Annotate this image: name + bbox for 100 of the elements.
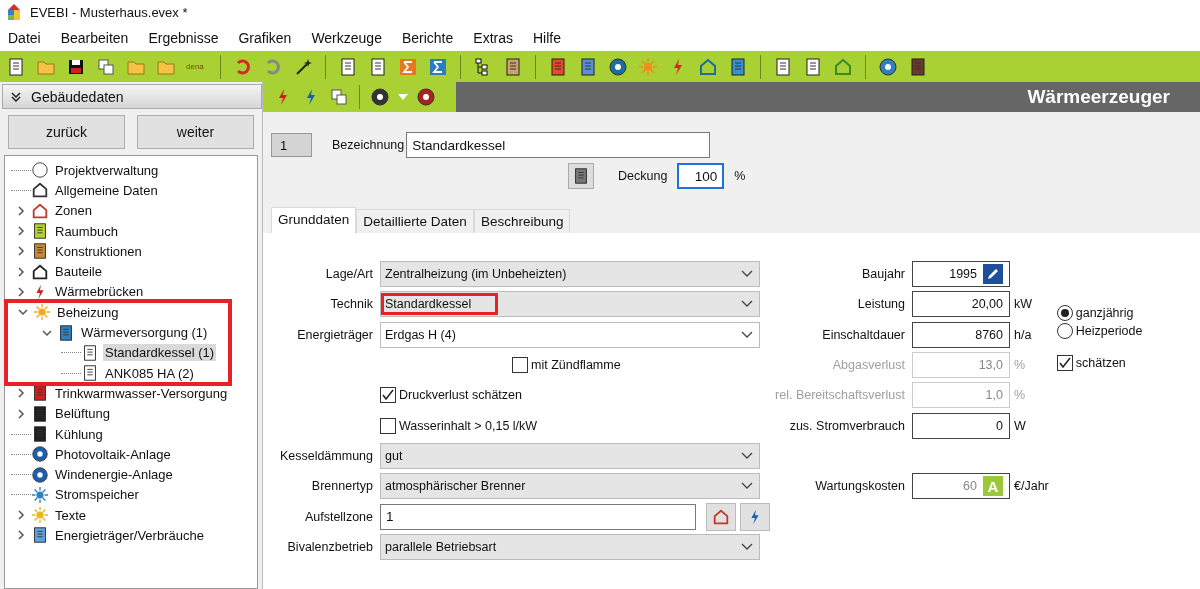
dropdown-caret-icon [741, 542, 753, 551]
folder-outline-icon[interactable] [31, 262, 49, 281]
checkbox-label: Druckverlust schätzen [399, 388, 522, 403]
tree-item[interactable]: ANK085 HA (2) [103, 364, 196, 382]
tab[interactable]: Detaillierte Daten [356, 209, 474, 233]
radio-button[interactable] [1056, 305, 1073, 321]
chevron-icon[interactable] [16, 226, 26, 237]
number-field[interactable]: 1995 [912, 261, 1010, 288]
nav-button[interactable]: weiter [137, 115, 254, 149]
chevron-icon[interactable] [42, 327, 52, 338]
double-chevron-down-icon[interactable] [11, 91, 21, 102]
unit-label: h/a [1014, 327, 1032, 342]
tree-item[interactable]: Konstruktionen [53, 242, 144, 260]
dropdown[interactable]: atmosphärischer Brenner [380, 473, 760, 500]
field-label: Aufstellzone [304, 509, 373, 524]
unit-label: W [1014, 418, 1026, 433]
radio-button[interactable] [1056, 323, 1073, 339]
menu-item[interactable]: Extras [473, 29, 513, 46]
tree-item[interactable]: Beheizung [55, 303, 121, 321]
report-icon[interactable] [773, 56, 793, 77]
assign-button[interactable] [740, 502, 770, 531]
dropdown[interactable]: Zentralheizung (im Unbeheizten) [380, 261, 760, 288]
tree-item[interactable]: Energieträger/Verbräuche [53, 527, 206, 544]
tree-item[interactable]: Zonen [53, 202, 94, 220]
chevron-icon[interactable] [16, 388, 26, 399]
document-icon[interactable] [338, 56, 358, 77]
menu-item[interactable]: Hilfe [533, 29, 561, 46]
chevron-icon[interactable] [16, 510, 26, 521]
tree-item[interactable]: Trinkwarmwasser-Versorgung [53, 384, 230, 402]
field-label: Abgasverlust [832, 358, 905, 373]
zone-button[interactable] [706, 502, 736, 531]
tree-item[interactable]: Wärmeversorgung (1) [79, 324, 210, 341]
menu-item[interactable]: Grafiken [238, 29, 292, 46]
checkbox-label: Wasserinhalt > 0,15 l/kW [399, 418, 538, 433]
menu-item[interactable]: Bearbeiten [60, 29, 129, 46]
input-field[interactable]: 1 [380, 503, 696, 530]
dropdown[interactable]: Erdgas H (4) [380, 321, 760, 348]
tree-item[interactable]: Photovoltaik-Anlage [53, 445, 173, 463]
field-label: Bivalenzbetrieb [287, 539, 373, 554]
chevron-icon[interactable] [16, 286, 26, 297]
house-icon[interactable] [31, 181, 49, 200]
checkbox[interactable] [380, 387, 396, 404]
tree-item[interactable]: Raumbuch [53, 222, 120, 240]
tree-item[interactable]: Stromspeicher [53, 486, 141, 504]
copy-icon[interactable] [96, 56, 116, 77]
dropdown-caret-icon [741, 270, 753, 279]
dropdown[interactable]: gut [380, 442, 760, 469]
dena-button[interactable]: dena [186, 62, 208, 71]
input-field[interactable]: Standardkessel [406, 132, 711, 158]
input-field[interactable]: 100 [677, 163, 725, 189]
dropdown-caret-icon [741, 330, 753, 339]
chevron-icon[interactable] [16, 408, 26, 419]
house-icon[interactable] [31, 201, 49, 220]
menu-item[interactable]: Datei [8, 29, 41, 46]
tree-item[interactable]: Wärmebrücken [53, 283, 146, 301]
copy-icon[interactable] [329, 87, 349, 107]
field-label: Leistung [857, 297, 905, 312]
check-icon [382, 389, 394, 402]
tab[interactable]: Grunddaten [271, 207, 357, 233]
edit-button[interactable] [983, 264, 1003, 285]
sum-icon[interactable] [428, 56, 448, 77]
field-label: Lage/Art [325, 267, 373, 282]
file-icon[interactable] [6, 56, 26, 77]
checkbox-label: schätzen [1075, 356, 1126, 370]
tree-item[interactable]: Bauteile [53, 263, 104, 281]
tree-item[interactable]: Projektverwaltung [53, 161, 161, 179]
number-field[interactable]: 8760 [912, 321, 1010, 348]
dropdown-caret-icon [741, 451, 753, 460]
radio-label: Heizperiode [1075, 324, 1143, 338]
menu-item[interactable]: Ergebnisse [148, 29, 219, 46]
checkbox[interactable] [380, 417, 396, 434]
panel-header: Wärmeerzeuger [456, 82, 1200, 112]
chevron-icon[interactable] [16, 205, 26, 216]
number-field[interactable]: 60 A [912, 473, 1010, 500]
number-field[interactable]: 0 [912, 412, 1010, 439]
tree-item[interactable]: Texte [53, 506, 89, 524]
chevron-icon[interactable] [16, 530, 26, 541]
chevron-icon[interactable] [16, 266, 26, 277]
window-title: EVEBI - Musterhaus.evex * [30, 4, 188, 20]
tree-item[interactable]: Belüftung [53, 405, 112, 423]
menu-item[interactable]: Berichte [401, 29, 454, 46]
checkbox[interactable] [1056, 355, 1073, 371]
nav-button[interactable]: zurück [8, 115, 125, 149]
unit-label: % [1014, 388, 1026, 403]
chevron-icon[interactable] [18, 307, 28, 318]
checkbox[interactable] [512, 357, 528, 374]
dropdown[interactable]: parallele Betriebsart [380, 533, 760, 560]
tree-item[interactable]: Windenergie-Anlage [53, 466, 175, 484]
tab[interactable]: Beschreibung [473, 209, 571, 233]
dropdown[interactable]: Standardkessel [380, 291, 760, 318]
menu-item[interactable]: Werkzeuge [311, 29, 382, 46]
chevron-icon[interactable] [16, 246, 26, 257]
document-icon[interactable] [81, 343, 99, 362]
tree-item[interactable]: Allgemeine Daten [53, 181, 160, 199]
field-label: Wartungskosten [815, 479, 905, 494]
number-field[interactable]: 20,00 [912, 291, 1010, 318]
field-label: Kesseldämmung [279, 448, 373, 463]
tree-item[interactable]: Standardkessel (1) [103, 344, 217, 362]
tree-item[interactable]: Kühlung [53, 425, 105, 443]
field-label: Baujahr [861, 267, 905, 282]
